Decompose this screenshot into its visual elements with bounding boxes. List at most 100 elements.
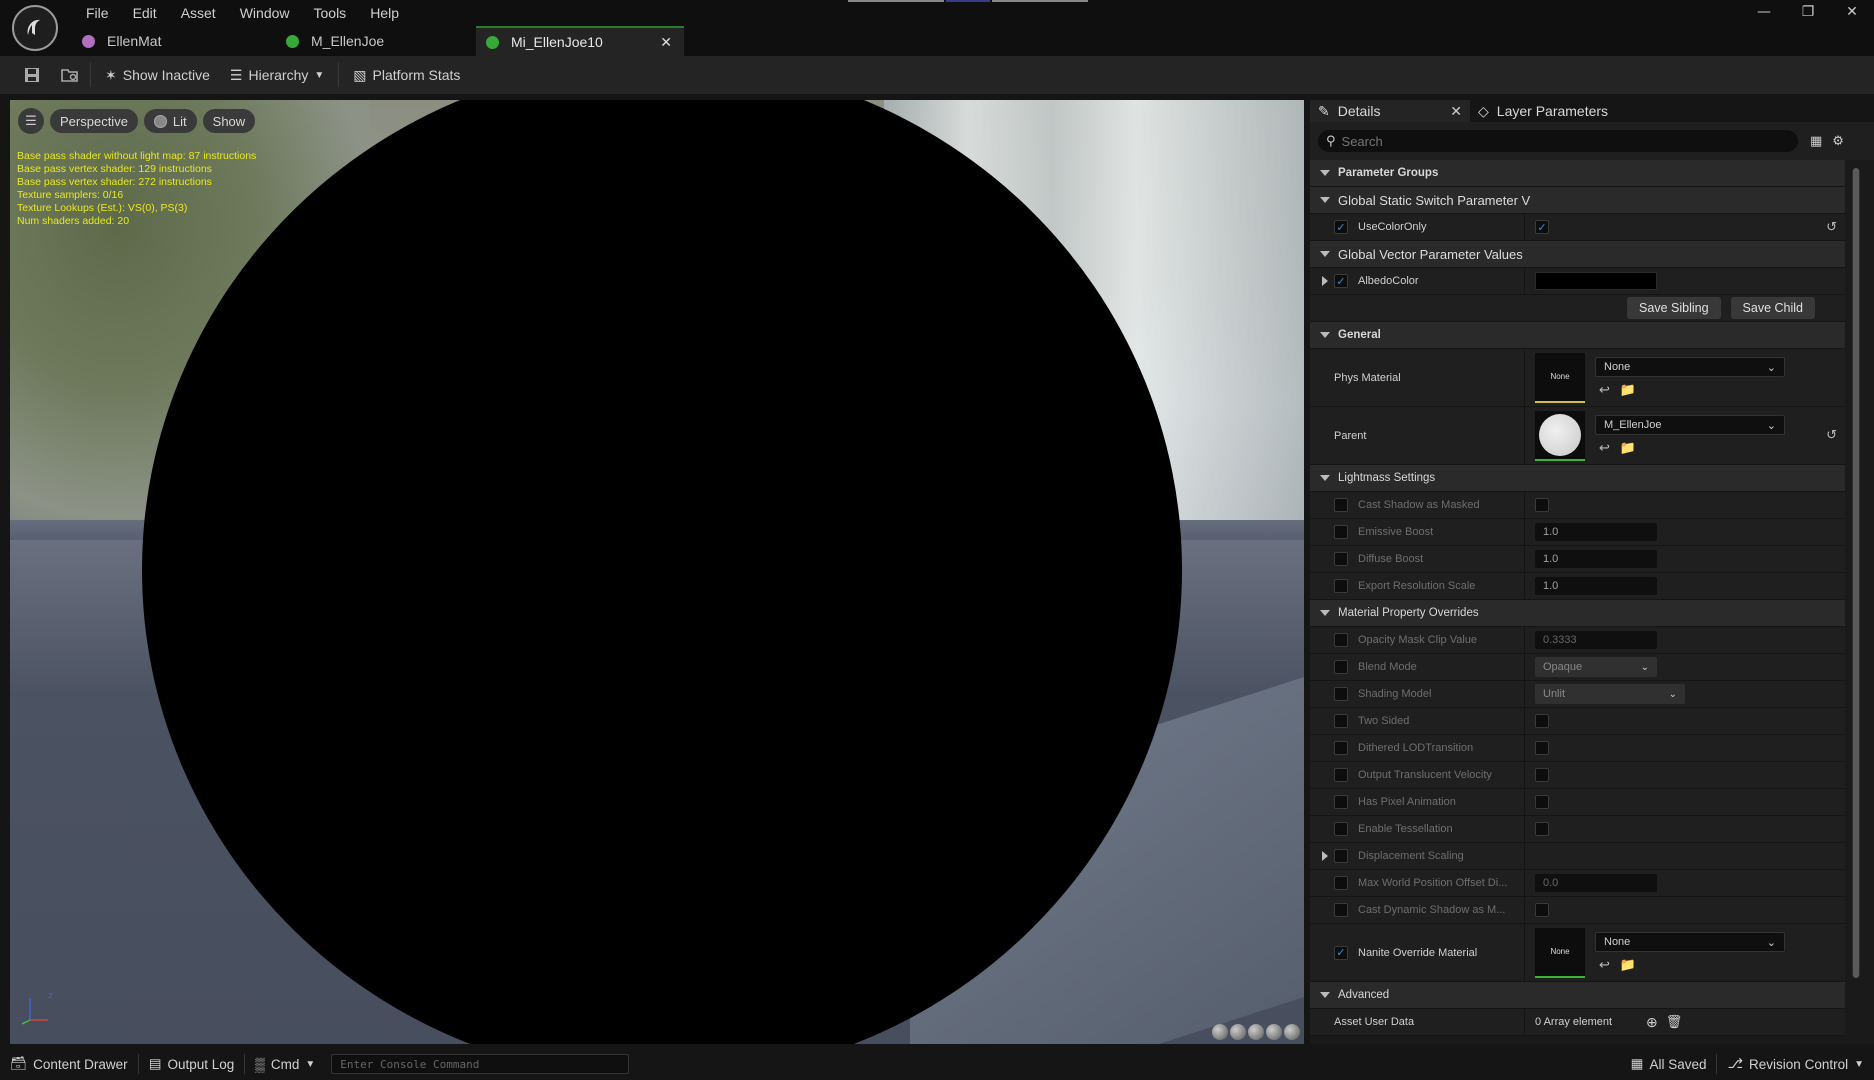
override-checkbox[interactable] <box>1334 822 1348 836</box>
override-checkbox[interactable] <box>1334 525 1348 539</box>
override-checkbox[interactable] <box>1334 552 1348 566</box>
emissive-boost-field[interactable]: 1.0 <box>1535 523 1657 541</box>
gear-icon[interactable]: ⚙ <box>1832 134 1844 149</box>
viewport-menu-icon[interactable]: ☰ <box>18 108 44 134</box>
override-checkbox[interactable] <box>1334 741 1348 755</box>
tab-details[interactable]: ✎ Details ✕ <box>1310 100 1470 122</box>
output-log-button[interactable]: ▤ Output Log <box>139 1048 245 1080</box>
output-translucent-velocity-checkbox[interactable] <box>1535 768 1549 782</box>
tab-ellenmat[interactable]: EllenMat <box>72 26 276 56</box>
reset-to-default-icon[interactable]: ↺ <box>1826 428 1837 443</box>
override-checkbox[interactable] <box>1334 498 1348 512</box>
search-field[interactable]: ⚲ <box>1318 130 1798 152</box>
category-advanced[interactable]: Advanced <box>1310 982 1845 1009</box>
blend-mode-dropdown[interactable]: Opaque ⌄ <box>1535 657 1657 677</box>
cast-shadow-masked-checkbox[interactable] <box>1535 498 1549 512</box>
cylinder-preview-icon[interactable] <box>1212 1024 1228 1040</box>
save-child-button[interactable]: Save Child <box>1730 297 1815 319</box>
has-pixel-animation-checkbox[interactable] <box>1535 795 1549 809</box>
menu-window[interactable]: Window <box>228 3 302 23</box>
category-general[interactable]: General <box>1310 322 1845 349</box>
menu-tools[interactable]: Tools <box>302 3 359 23</box>
tab-layer-parameters[interactable]: ◇ Layer Parameters <box>1470 100 1660 122</box>
cmd-dropdown[interactable]: ▒ Cmd ▼ <box>245 1048 325 1080</box>
opacity-mask-field[interactable]: 0.3333 <box>1535 631 1657 649</box>
two-sided-checkbox[interactable] <box>1535 714 1549 728</box>
browse-asset-icon[interactable]: 📁 <box>1620 441 1636 456</box>
export-resolution-field[interactable]: 1.0 <box>1535 577 1657 595</box>
show-inactive-button[interactable]: ✶ Show Inactive <box>99 60 216 90</box>
menu-edit[interactable]: Edit <box>121 3 169 23</box>
show-button[interactable]: Show <box>202 109 256 133</box>
phys-material-thumbnail[interactable]: None <box>1535 352 1585 403</box>
browse-asset-icon[interactable]: 📁 <box>1620 958 1636 973</box>
category-material-property-overrides[interactable]: Material Property Overrides <box>1310 600 1845 627</box>
shading-model-dropdown[interactable]: Unlit ⌄ <box>1535 684 1685 704</box>
browse-asset-icon[interactable]: 📁 <box>1620 383 1636 398</box>
save-sibling-button[interactable]: Save Sibling <box>1627 297 1721 319</box>
use-color-only-checkbox[interactable] <box>1535 220 1549 234</box>
dithered-lod-checkbox[interactable] <box>1535 741 1549 755</box>
sphere-preview-icon[interactable] <box>1230 1024 1246 1040</box>
material-preview-viewport[interactable]: ☰ Perspective Lit Show Base pass shader … <box>10 100 1304 1044</box>
menu-asset[interactable]: Asset <box>169 3 228 23</box>
override-checkbox[interactable] <box>1334 687 1348 701</box>
override-checkbox[interactable] <box>1334 633 1348 647</box>
unreal-logo-icon[interactable] <box>12 5 58 51</box>
add-element-icon[interactable]: ⊕ <box>1646 1014 1658 1031</box>
lit-button[interactable]: Lit <box>143 109 197 133</box>
category-lightmass[interactable]: Lightmass Settings <box>1310 465 1845 492</box>
close-tab-icon[interactable]: ✕ <box>660 34 672 51</box>
tab-m-ellenjoe[interactable]: M_EllenJoe <box>276 26 476 56</box>
parent-thumbnail[interactable] <box>1535 410 1585 461</box>
diffuse-boost-field[interactable]: 1.0 <box>1535 550 1657 568</box>
perspective-button[interactable]: Perspective <box>50 109 138 133</box>
override-checkbox[interactable] <box>1334 849 1348 863</box>
override-checkbox[interactable] <box>1334 579 1348 593</box>
category-global-static-switch[interactable]: Global Static Switch Parameter V <box>1310 187 1845 214</box>
restore-icon[interactable]: ❐ <box>1786 0 1830 24</box>
parent-picker[interactable]: M_EllenJoe ⌄ <box>1595 415 1785 435</box>
all-saved-button[interactable]: ▦ All Saved <box>1621 1056 1717 1072</box>
enable-tessellation-checkbox[interactable] <box>1535 822 1549 836</box>
override-checkbox[interactable] <box>1334 876 1348 890</box>
menu-help[interactable]: Help <box>358 3 411 23</box>
override-checkbox[interactable] <box>1334 768 1348 782</box>
browse-icon[interactable] <box>58 63 82 87</box>
max-wpo-field[interactable]: 0.0 <box>1535 874 1657 892</box>
plane-preview-icon[interactable] <box>1248 1024 1264 1040</box>
category-parameter-groups[interactable]: Parameter Groups <box>1310 160 1845 187</box>
albedo-color-swatch[interactable] <box>1535 272 1657 290</box>
content-drawer-button[interactable]: 🗃 Content Drawer <box>0 1048 138 1080</box>
override-checkbox[interactable] <box>1334 714 1348 728</box>
use-selected-icon[interactable]: ↩ <box>1599 958 1610 973</box>
scrollbar-thumb[interactable] <box>1853 168 1859 978</box>
console-input[interactable]: Enter Console Command <box>331 1054 630 1074</box>
save-icon[interactable] <box>20 63 44 87</box>
close-window-icon[interactable]: ✕ <box>1830 0 1874 24</box>
close-icon[interactable]: ✕ <box>1450 103 1462 120</box>
cast-dynamic-shadow-checkbox[interactable] <box>1535 903 1549 917</box>
custom-mesh-preview-icon[interactable] <box>1284 1024 1300 1040</box>
tab-mi-ellenjoe10[interactable]: Mi_EllenJoe10 ✕ <box>476 26 684 56</box>
override-checkbox[interactable] <box>1334 945 1348 960</box>
table-view-icon[interactable]: ▦ <box>1810 134 1822 149</box>
override-checkbox[interactable] <box>1334 660 1348 674</box>
reset-to-default-icon[interactable]: ↺ <box>1826 220 1837 235</box>
expand-arrow-icon[interactable] <box>1322 276 1328 286</box>
phys-material-picker[interactable]: None ⌄ <box>1595 357 1785 377</box>
revision-control-button[interactable]: ⎇ Revision Control ▼ <box>1717 1056 1874 1072</box>
trash-icon[interactable]: 🗑 <box>1666 1014 1683 1030</box>
override-checkbox[interactable] <box>1334 903 1348 917</box>
category-global-vector[interactable]: Global Vector Parameter Values <box>1310 241 1845 268</box>
menu-file[interactable]: File <box>74 3 121 23</box>
nanite-override-picker[interactable]: None ⌄ <box>1595 932 1785 952</box>
use-selected-icon[interactable]: ↩ <box>1599 441 1610 456</box>
nanite-thumbnail[interactable]: None <box>1535 927 1585 978</box>
override-checkbox[interactable] <box>1334 274 1348 288</box>
platform-stats-button[interactable]: ▧ Platform Stats <box>347 60 466 90</box>
override-checkbox[interactable] <box>1334 220 1348 234</box>
cube-preview-icon[interactable] <box>1266 1024 1282 1040</box>
expand-arrow-icon[interactable] <box>1322 851 1328 861</box>
minimize-icon[interactable]: — <box>1742 0 1786 24</box>
